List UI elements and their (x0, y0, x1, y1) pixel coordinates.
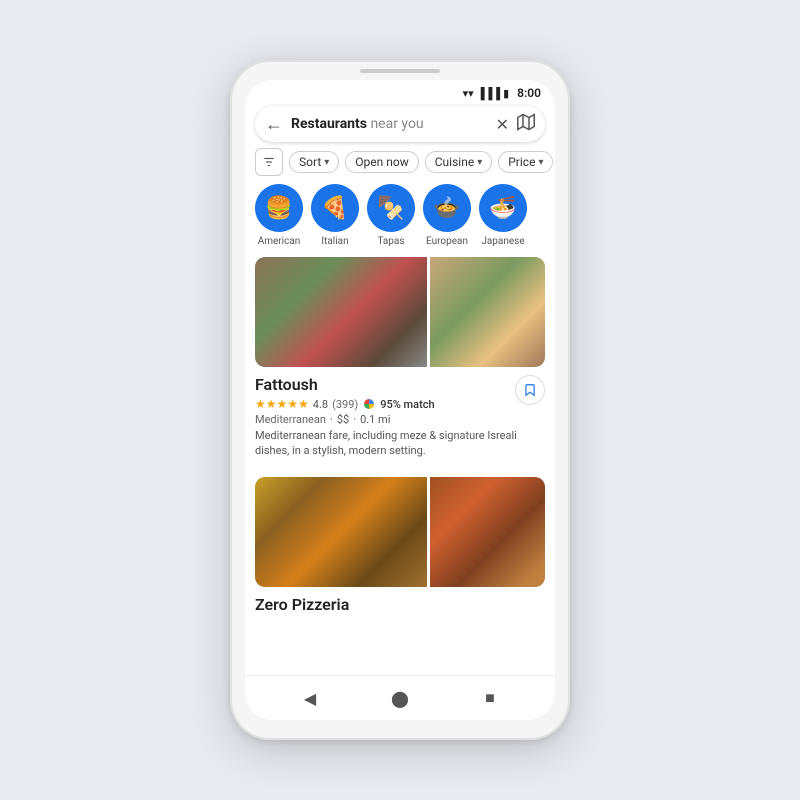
cuisine-european[interactable]: 🍲 European (423, 184, 471, 247)
map-icon (517, 113, 535, 135)
cuisine-italian[interactable]: 🍕 Italian (311, 184, 359, 247)
fattoush-info: Fattoush ★★★★★ 4.8 (399) 95% match Medit… (255, 367, 545, 463)
phone-top-bar (360, 69, 440, 73)
nav-home-icon: ⬤ (391, 689, 409, 708)
tapas-label: Tapas (377, 236, 404, 247)
open-now-filter-chip[interactable]: Open now (345, 151, 418, 173)
cuisine-arrow-icon: ▾ (477, 157, 482, 168)
fattoush-review-count: (399) (332, 398, 358, 411)
search-bar[interactable]: ← Restaurants near you ✕ (255, 106, 545, 142)
fattoush-main-image (255, 257, 427, 367)
phone-frame: ▾▾ ▐▐▐ ▮ 8:00 ← Restaurants near you ✕ (230, 60, 570, 740)
american-label: American (258, 236, 301, 247)
price-arrow-icon: ▾ (538, 157, 543, 168)
japanese-icon: 🍜 (479, 184, 527, 232)
bottom-nav: ◀ ⬤ ■ (245, 675, 555, 720)
status-time: 8:00 (517, 86, 541, 100)
wifi-icon: ▾▾ (463, 87, 474, 100)
european-label: European (426, 236, 468, 247)
match-dot-icon (364, 399, 374, 409)
clear-icon[interactable]: ✕ (496, 115, 509, 134)
filter-bar: Sort ▾ Open now Cuisine ▾ Price ▾ (245, 148, 555, 184)
nav-back-button[interactable]: ◀ (296, 684, 324, 712)
cuisine-tapas[interactable]: 🍢 Tapas (367, 184, 415, 247)
restaurant-card-pizza[interactable]: Zero Pizzeria (255, 477, 545, 621)
cuisine-filter-chip[interactable]: Cuisine ▾ (425, 151, 492, 173)
restaurant-card-fattoush[interactable]: Fattoush ★★★★★ 4.8 (399) 95% match Medit… (255, 257, 545, 463)
cuisine-row: 🍔 American 🍕 Italian 🍢 Tapas 🍲 European … (245, 184, 555, 257)
italian-icon: 🍕 (311, 184, 359, 232)
filter-icon-button[interactable] (255, 148, 283, 176)
sort-arrow-icon: ▾ (324, 157, 329, 168)
fattoush-side-image (430, 257, 545, 367)
italian-label: Italian (321, 236, 348, 247)
fattoush-bookmark-button[interactable] (515, 375, 545, 405)
nav-recents-button[interactable]: ■ (476, 684, 504, 712)
battery-icon: ▮ (503, 87, 509, 100)
american-icon: 🍔 (255, 184, 303, 232)
fattoush-meta: ★★★★★ 4.8 (399) 95% match (255, 397, 545, 411)
cuisine-japanese[interactable]: 🍜 Japanese (479, 184, 527, 247)
restaurant-list: Fattoush ★★★★★ 4.8 (399) 95% match Medit… (245, 257, 555, 675)
tapas-icon: 🍢 (367, 184, 415, 232)
pizza-info: Zero Pizzeria (255, 587, 545, 621)
search-query: Restaurants near you (291, 116, 488, 132)
nav-recents-icon: ■ (485, 688, 495, 708)
pizza-name: Zero Pizzeria (255, 595, 545, 614)
sort-filter-chip[interactable]: Sort ▾ (289, 151, 339, 173)
status-bar: ▾▾ ▐▐▐ ▮ 8:00 (245, 80, 555, 102)
fattoush-type-meta: Mediterranean · $$ · 0.1 mi (255, 413, 545, 426)
status-icons: ▾▾ ▐▐▐ ▮ (463, 87, 510, 100)
cuisine-american[interactable]: 🍔 American (255, 184, 303, 247)
price-filter-chip[interactable]: Price ▾ (498, 151, 553, 173)
european-icon: 🍲 (423, 184, 471, 232)
japanese-label: Japanese (481, 236, 524, 247)
fattoush-description: Mediterranean fare, including meze & sig… (255, 428, 545, 459)
nav-home-button[interactable]: ⬤ (386, 684, 414, 712)
search-action-icons: ✕ (496, 113, 535, 135)
fattoush-name: Fattoush (255, 375, 545, 394)
fattoush-images (255, 257, 545, 367)
fattoush-rating: 4.8 (313, 398, 328, 411)
pizza-images (255, 477, 545, 587)
phone-screen: ▾▾ ▐▐▐ ▮ 8:00 ← Restaurants near you ✕ (245, 80, 555, 720)
pizza-main-image (255, 477, 427, 587)
signal-icon: ▐▐▐ (477, 87, 500, 100)
fattoush-price: $$ (337, 413, 349, 426)
fattoush-stars: ★★★★★ (255, 397, 309, 411)
back-button[interactable]: ← (265, 114, 283, 135)
pizza-side-image (430, 477, 545, 587)
fattoush-match: 95% match (380, 398, 434, 411)
fattoush-distance: 0.1 mi (360, 413, 390, 426)
fattoush-type: Mediterranean (255, 413, 326, 426)
nav-back-icon: ◀ (304, 689, 316, 708)
